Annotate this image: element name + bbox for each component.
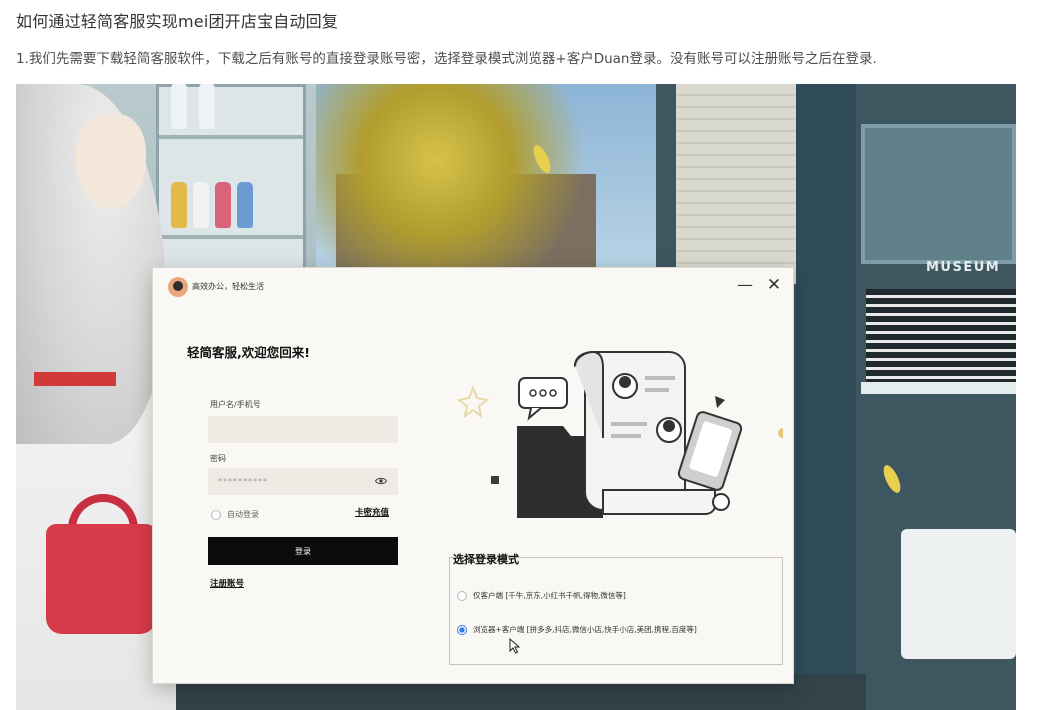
username-label: 用户名/手机号 (210, 400, 261, 409)
article-title: 如何通过轻简客服实现mei团开店宝自动回复 (16, 12, 339, 31)
wallpaper-tree (316, 84, 616, 274)
wallpaper-newspapers (676, 84, 796, 284)
mode-option-label: 浏览器+客户端 [拼多多,抖店,微信小店,快手小店,美团,携程,百度等] (473, 625, 697, 634)
close-button[interactable]: ✕ (763, 274, 785, 296)
password-label: 密码 (210, 454, 226, 463)
wallpaper-books (866, 289, 1016, 384)
wallpaper-plank (861, 382, 1016, 394)
chat-bubble-icon (518, 377, 568, 421)
screenshot-image: MUSEUM 高效办公，轻松生活 — ✕ 轻简客服,欢迎您回来! 用户名/手机号… (16, 84, 1016, 710)
login-mode-group (449, 557, 783, 665)
window-titlebar[interactable]: 高效办公，轻松生活 — ✕ (153, 268, 793, 304)
dot-decoration (778, 428, 783, 438)
app-slogan: 高效办公，轻松生活 (192, 282, 264, 291)
wallpaper-pillar (796, 84, 856, 710)
article-step-text: 1.我们先需要下载轻简客服软件，下载之后有账号的直接登录账号密，选择登录模式浏览… (16, 51, 877, 67)
login-mode-title: 选择登录模式 (453, 553, 519, 566)
minimize-button[interactable]: — (734, 274, 756, 296)
auto-login-checkbox[interactable]: 自动登录 (211, 509, 259, 520)
password-input[interactable] (208, 468, 398, 495)
auto-login-label: 自动登录 (227, 510, 259, 519)
welcome-heading: 轻简客服,欢迎您回来! (187, 345, 310, 360)
auto-login-radio-icon[interactable] (211, 509, 221, 520)
museum-sign: MUSEUM (926, 260, 1001, 275)
paper-curl-icon (602, 489, 730, 515)
wallpaper-belt (34, 372, 116, 386)
mode-radio-browser-client[interactable] (457, 624, 467, 635)
wallpaper-girl-face (76, 114, 146, 209)
sparkle-star-icon (456, 385, 490, 419)
square-decoration (491, 476, 499, 484)
mode-option-client-only[interactable]: 仅客户端 [千牛,京东,小红书千帆,得物,微信等] (457, 590, 626, 601)
mode-option-browser-client[interactable]: 浏览器+客户端 [拼多多,抖店,微信小店,快手小店,美团,携程,百度等] (457, 624, 697, 635)
mode-option-label: 仅客户端 [千牛,京东,小红书千帆,得物,微信等] (473, 591, 626, 600)
document-scroll-icon (573, 350, 686, 512)
app-logo-icon (168, 277, 188, 297)
wallpaper-shelf (861, 124, 1016, 264)
customer-service-illustration (456, 350, 783, 518)
register-link[interactable]: 注册账号 (210, 577, 244, 589)
triangle-decoration (715, 396, 725, 408)
leaf-icon (880, 462, 904, 496)
eye-icon[interactable] (375, 475, 387, 487)
login-button[interactable]: 登录 (208, 537, 398, 565)
mode-radio-client-only[interactable] (457, 590, 467, 601)
wallpaper-crate (901, 529, 1016, 659)
login-window: 高效办公，轻松生活 — ✕ 轻简客服,欢迎您回来! 用户名/手机号 密码 自动登… (153, 268, 793, 683)
card-recharge-link[interactable]: 卡密充值 (355, 506, 389, 518)
phone-icon (677, 411, 743, 491)
wallpaper-bag (46, 524, 156, 634)
mouse-cursor-icon (509, 638, 521, 654)
username-input[interactable] (208, 416, 398, 443)
